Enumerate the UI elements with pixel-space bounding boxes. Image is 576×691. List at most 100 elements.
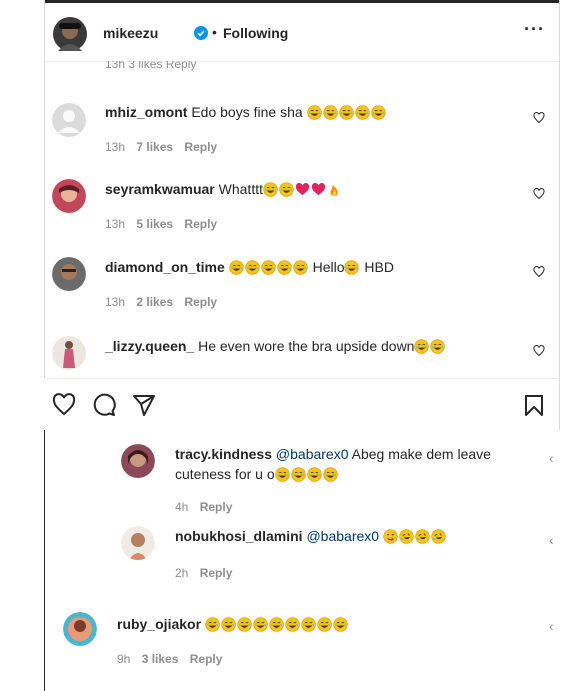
like-comment-heart-icon[interactable]	[533, 266, 545, 278]
verified-badge-icon	[194, 26, 208, 40]
post-author-username[interactable]: mikeezu	[103, 25, 158, 41]
reply-time: 4h	[175, 500, 189, 514]
comment-likes[interactable]: 7 likes	[136, 140, 173, 154]
emoji-group	[306, 104, 387, 120]
reply-button[interactable]: Reply	[190, 652, 223, 666]
comment-likes[interactable]: 2 likes	[136, 295, 173, 309]
emoji-group	[414, 338, 446, 354]
comment-time: 13h	[105, 217, 126, 231]
laugh-emoji-icon	[301, 617, 316, 632]
share-icon[interactable]	[132, 393, 156, 417]
like-comment-heart-icon[interactable]	[533, 345, 545, 357]
mention-link[interactable]: @babarex0	[276, 446, 349, 462]
comment-text: mhiz_omont Edo boys fine sha	[105, 104, 387, 120]
reply-text-line: nobukhosi_dlamini @babarex0	[175, 528, 447, 544]
heart-emoji-icon	[311, 182, 326, 196]
laugh-emoji-icon	[354, 105, 370, 120]
rofl-emoji-icon	[399, 529, 414, 544]
more-icon[interactable]: ···	[524, 19, 545, 40]
post-header: mikeezu • Following ···	[45, 3, 559, 62]
reply-meta: 2h Reply	[175, 566, 240, 580]
laugh-emoji-icon	[293, 260, 308, 275]
laugh-emoji-icon	[322, 105, 338, 120]
laugh-emoji-icon	[205, 617, 220, 632]
yum-emoji-icon	[383, 529, 398, 544]
comment-body: Edo boys fine sha	[191, 104, 303, 120]
comment-icon[interactable]	[92, 393, 116, 417]
rofl-emoji-icon	[431, 529, 446, 544]
reply-text-line: tracy.kindness @babarex0 Abeg make dem l…	[175, 446, 491, 462]
laugh-emoji-icon	[333, 617, 348, 632]
tracy-kindness-avatar[interactable]	[121, 444, 155, 478]
lizzy-queen-avatar[interactable]	[52, 336, 86, 370]
comment-text: diamond_on_time Hello HBD	[105, 259, 394, 275]
comment-body: Whatttt	[218, 181, 263, 197]
comment-body: He even wore the bra upside down	[198, 338, 415, 354]
comment-username[interactable]: _lizzy.queen_	[105, 338, 194, 354]
comment-likes[interactable]: 5 likes	[136, 217, 173, 231]
comment-text: seyramkwamuar Whatttt	[105, 181, 343, 197]
comment-time: 13h	[105, 140, 126, 154]
comment-time: 13h	[105, 295, 126, 309]
laugh-emoji-icon	[317, 617, 332, 632]
clipped-heart-icon[interactable]: ‹	[549, 618, 554, 634]
mikeezu-avatar[interactable]	[53, 17, 87, 51]
reply-text-line: cuteness for u o	[175, 466, 339, 482]
laugh-emoji-icon	[430, 339, 446, 354]
laugh-emoji-icon	[344, 260, 360, 275]
reply-button[interactable]: Reply	[184, 295, 217, 309]
comment-username[interactable]: diamond_on_time	[105, 259, 225, 275]
comment-body: Hello	[312, 259, 345, 275]
reply-meta: 4h Reply	[175, 500, 240, 514]
comment-username[interactable]: mhiz_omont	[105, 104, 187, 120]
separator-dot: •	[212, 24, 217, 40]
following-button[interactable]: Following	[223, 25, 288, 41]
reply-body: cuteness for u o	[175, 466, 275, 482]
emoji-group	[383, 528, 447, 544]
reply-time: 2h	[175, 566, 189, 580]
seyramkwamuar-avatar[interactable]	[52, 179, 86, 213]
clipped-heart-icon[interactable]: ‹	[549, 532, 554, 548]
reply-username[interactable]: tracy.kindness	[175, 446, 272, 462]
reply-body: Abeg make dem leave	[351, 446, 491, 462]
comment-meta: 13h 7 likes Reply	[105, 140, 225, 154]
laugh-emoji-icon	[261, 260, 276, 275]
ruby-ojiakor-avatar[interactable]	[63, 612, 97, 646]
comment-username[interactable]: seyramkwamuar	[105, 181, 215, 197]
like-comment-heart-icon[interactable]	[533, 112, 545, 124]
reply-username[interactable]: nobukhosi_dlamini	[175, 528, 303, 544]
reply-button[interactable]: Reply	[184, 140, 217, 154]
rofl-emoji-icon	[415, 529, 430, 544]
comment-username[interactable]: ruby_ojiakor	[117, 616, 201, 632]
comment-meta: 13h 2 likes Reply	[105, 295, 225, 309]
laugh-emoji-icon	[338, 105, 354, 120]
laugh-emoji-icon	[274, 467, 290, 482]
laugh-emoji-icon	[221, 617, 236, 632]
bookmark-icon[interactable]	[522, 393, 546, 417]
like-comment-heart-icon[interactable]	[533, 188, 545, 200]
comment-meta: 13h 5 likes Reply	[105, 217, 225, 231]
comment-text: _lizzy.queen_ He even wore the bra upsid…	[105, 338, 446, 354]
nobukhosi-dlamini-avatar[interactable]	[121, 526, 155, 560]
heart-emoji-icon	[295, 182, 310, 196]
comment-meta: 9h 3 likes Reply	[117, 652, 230, 666]
comment-likes[interactable]: 3 likes	[142, 652, 179, 666]
emoji-group	[274, 466, 339, 482]
laugh-emoji-icon	[229, 260, 244, 275]
laugh-emoji-icon	[290, 467, 306, 482]
post-action-bar	[44, 378, 558, 431]
emoji-group	[344, 259, 360, 275]
reply-button[interactable]: Reply	[200, 500, 233, 514]
default-avatar[interactable]	[52, 103, 86, 137]
laugh-emoji-icon	[263, 182, 278, 197]
laugh-emoji-icon	[370, 105, 386, 120]
diamond-on-time-avatar[interactable]	[52, 257, 86, 291]
clipped-heart-icon[interactable]: ‹	[549, 450, 554, 466]
comment-time: 9h	[117, 652, 131, 666]
post-comments-panel: mikeezu • Following ··· 13h 3 likes Repl…	[44, 0, 560, 430]
laugh-emoji-icon	[414, 339, 430, 354]
reply-button[interactable]: Reply	[200, 566, 233, 580]
heart-icon[interactable]	[52, 393, 76, 417]
mention-link[interactable]: @babarex0	[306, 528, 379, 544]
reply-button[interactable]: Reply	[184, 217, 217, 231]
